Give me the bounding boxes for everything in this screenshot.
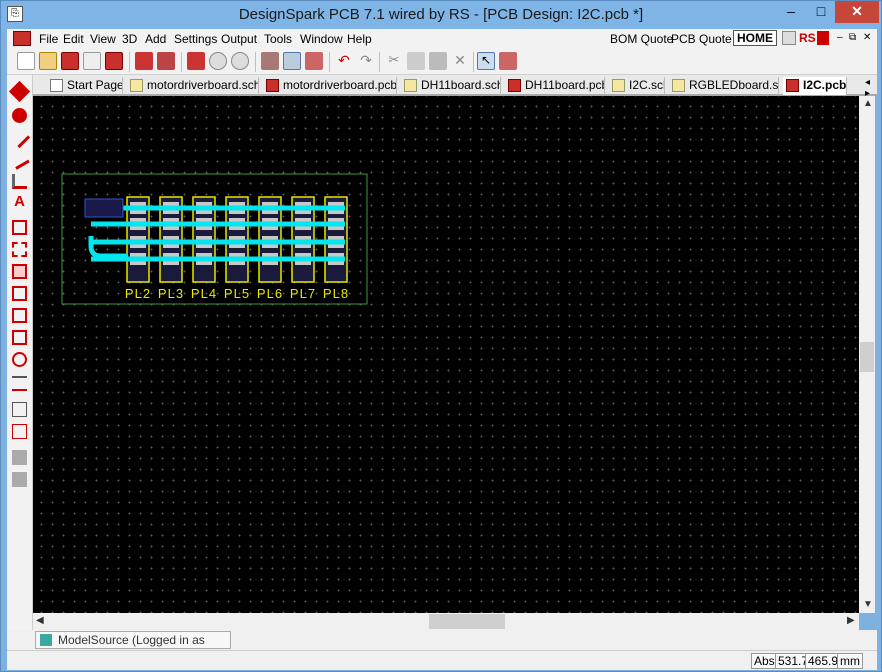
connector-label: PL4	[191, 286, 217, 301]
add-ruler-icon[interactable]	[12, 402, 27, 417]
menu-output[interactable]: Output	[221, 32, 257, 46]
paste-icon[interactable]	[429, 52, 447, 70]
interaction-icon[interactable]	[499, 52, 517, 70]
add-dimension-icon[interactable]	[12, 376, 27, 391]
connector-label: PL8	[323, 286, 349, 301]
add-copper-pour-icon[interactable]	[12, 264, 27, 279]
connector-label: PL2	[125, 286, 151, 301]
add-circle-icon[interactable]	[12, 352, 27, 367]
tab-start-page[interactable]: Start Page	[47, 77, 123, 95]
cursor-y: 465.9	[805, 653, 842, 669]
coordinate-mode: Abs	[751, 653, 778, 669]
undo-icon[interactable]: ↶	[335, 52, 353, 70]
add-keepout-icon[interactable]	[12, 330, 27, 345]
redo-icon[interactable]: ↷	[357, 52, 375, 70]
copy-icon[interactable]	[407, 52, 425, 70]
a-logo-icon[interactable]	[817, 31, 829, 45]
zoom-out-icon[interactable]	[231, 52, 249, 70]
bottom-panel: ModelSource (Logged in as Aent)	[7, 630, 877, 663]
grid-settings-icon[interactable]	[157, 52, 175, 70]
vertical-scrollbar[interactable]: ▲ ▼	[859, 96, 875, 613]
menu-help[interactable]: Help	[347, 32, 372, 46]
horizontal-scroll-thumb[interactable]	[429, 614, 505, 629]
save-icon[interactable]	[61, 52, 79, 70]
tab-rgbledboard-sch[interactable]: RGBLEDboard.sch	[669, 77, 779, 95]
modelsource-icon	[40, 634, 52, 646]
cut-icon[interactable]: ✂	[385, 52, 403, 70]
status-bar: Abs 531.7 465.9 mm	[7, 650, 877, 670]
close-button[interactable]: ✕	[835, 1, 879, 23]
properties-icon[interactable]	[305, 52, 323, 70]
window-title: DesignSpark PCB 7.1 wired by RS - [PCB D…	[238, 6, 644, 23]
autoroute-icon[interactable]	[12, 472, 27, 487]
add-connection-icon[interactable]	[9, 149, 30, 170]
add-component-icon[interactable]	[8, 80, 31, 103]
library-icon[interactable]	[105, 52, 123, 70]
delete-icon[interactable]: ✕	[451, 52, 469, 70]
connector-label: PL3	[158, 286, 184, 301]
new-file-icon[interactable]	[17, 52, 35, 70]
unit-label: mm	[837, 653, 863, 669]
print-icon[interactable]	[83, 52, 101, 70]
add-track-icon[interactable]	[8, 126, 31, 149]
horizontal-scrollbar[interactable]: ◀ ▶	[33, 613, 859, 630]
application-window: ⎘ DesignSpark PCB 7.1 wired by RS - [PCB…	[0, 0, 882, 672]
tab-dh11board-pcb[interactable]: DH11board.pcb	[505, 77, 605, 95]
cart-icon[interactable]	[782, 31, 796, 45]
title-bar: ⎘ DesignSpark PCB 7.1 wired by RS - [PCB…	[1, 1, 881, 29]
components-icon[interactable]	[135, 52, 153, 70]
add-text-icon[interactable]: A	[12, 194, 27, 209]
pcb-quote-link[interactable]: PCB Quote	[671, 32, 732, 46]
track-bend	[88, 236, 127, 259]
vertical-scroll-thumb[interactable]	[860, 342, 874, 372]
select-cursor-icon[interactable]: ↖	[477, 52, 495, 70]
tab-motordriverboard-pcb[interactable]: motordriverboard.pcb	[263, 77, 397, 95]
header-footprint	[84, 198, 124, 218]
interactive-route-icon[interactable]	[12, 450, 27, 465]
mdi-restore-icon[interactable]: ⧉	[849, 32, 856, 43]
main-toolbar: ↶ ↷ ✂ ✕ ↖	[7, 49, 877, 75]
connector-label: PL5	[224, 286, 250, 301]
menu-3d[interactable]: 3D	[122, 32, 137, 46]
connector-label: PL6	[257, 286, 283, 301]
menu-window[interactable]: Window	[300, 32, 343, 46]
tab-dh11board-sch[interactable]: DH11board.sch	[401, 77, 501, 95]
grid-toggle-icon[interactable]	[283, 52, 301, 70]
rs-logo[interactable]: RS	[799, 31, 816, 45]
tool-strip: A	[7, 75, 33, 655]
bom-quote-link[interactable]: BOM Quote	[610, 32, 673, 46]
open-folder-icon[interactable]	[39, 52, 57, 70]
menu-add[interactable]: Add	[145, 32, 166, 46]
add-via-icon[interactable]	[12, 108, 27, 123]
menu-tools[interactable]: Tools	[264, 32, 292, 46]
tab-motordriverboard-sch[interactable]: motordriverboard.sch	[127, 77, 259, 95]
connector-label: PL7	[290, 286, 316, 301]
mdi-close-icon[interactable]: ✕	[863, 32, 871, 43]
pcb-board: PL2 PL3 PL4 PL5 PL6 PL7 PL8	[61, 173, 368, 305]
menu-file[interactable]: File	[39, 32, 58, 46]
pcb-design-canvas[interactable]: PL2 PL3 PL4 PL5 PL6 PL7 PL8	[33, 96, 859, 613]
tab-i2c-pcb[interactable]: I2C.pcb	[783, 77, 847, 95]
add-doc-symbol-icon[interactable]	[12, 308, 27, 323]
add-area-icon[interactable]	[12, 242, 27, 257]
menu-view[interactable]: View	[90, 32, 116, 46]
add-template-icon[interactable]	[12, 286, 27, 301]
maximize-button[interactable]: □	[807, 1, 835, 23]
add-angled-track-icon[interactable]	[12, 174, 27, 189]
menu-bar: File Edit View 3D Add Settings Output To…	[7, 29, 877, 49]
zoom-fit-icon[interactable]	[187, 52, 205, 70]
menu-settings[interactable]: Settings	[174, 32, 217, 46]
menu-edit[interactable]: Edit	[63, 32, 84, 46]
add-shape-icon[interactable]	[12, 220, 27, 235]
modelsource-tab[interactable]: ModelSource (Logged in as Aent)	[35, 631, 231, 663]
tab-i2c-sch[interactable]: I2C.sch	[609, 77, 665, 95]
add-measure-icon[interactable]	[12, 424, 27, 439]
pour-copper-icon[interactable]	[261, 52, 279, 70]
minimize-button[interactable]: –	[777, 1, 805, 23]
mdi-minimize-icon[interactable]: –	[837, 32, 843, 43]
designspark-logo-icon[interactable]	[13, 31, 31, 46]
zoom-in-icon[interactable]	[209, 52, 227, 70]
home-button[interactable]: HOME	[733, 30, 777, 46]
document-tab-bar: Start Page motordriverboard.sch motordri…	[33, 75, 877, 110]
